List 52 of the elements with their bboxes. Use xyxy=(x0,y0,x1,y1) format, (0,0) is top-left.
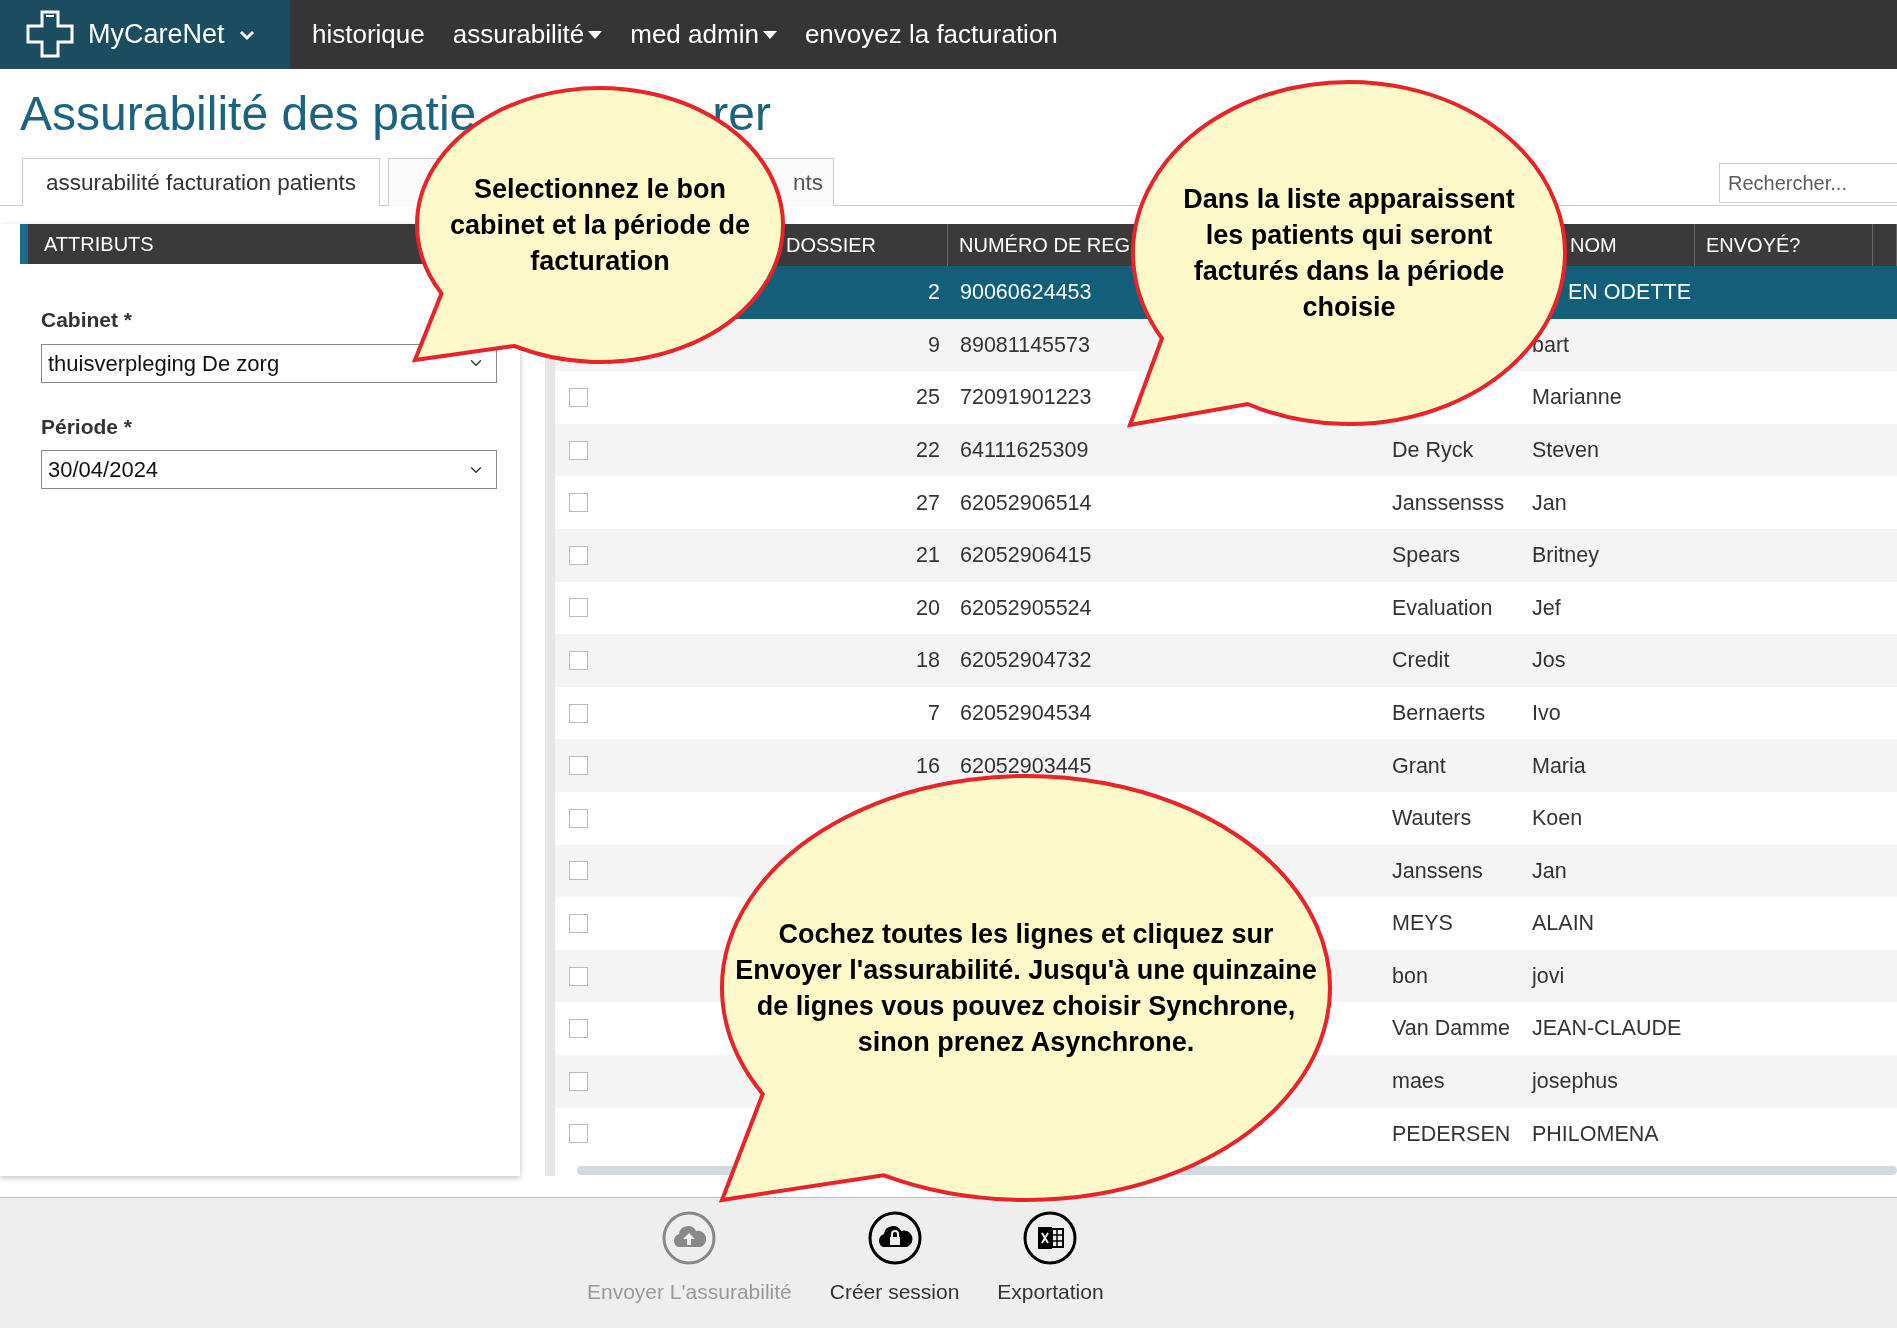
table-cell: 9 xyxy=(928,332,940,357)
table-cell: 25 xyxy=(916,385,940,410)
table-cell: PEDERSEN xyxy=(1392,1121,1511,1146)
table-cell: 62052905524 xyxy=(960,595,1092,620)
field-label: Cabinet * xyxy=(41,307,133,333)
table-cell: Van Damme xyxy=(1392,1016,1510,1041)
table-cell: 90060624453 xyxy=(960,280,1092,305)
table-cell: EN ODETTE xyxy=(1568,280,1692,305)
table-cell: 18 xyxy=(916,648,940,673)
table-cell: 62052904732 xyxy=(960,648,1092,673)
table-cell: Jan xyxy=(1532,490,1567,515)
table-cell: Koen xyxy=(1532,806,1583,831)
table-cell: ALAIN xyxy=(1532,911,1595,936)
table-cell: Grant xyxy=(1392,753,1446,778)
table-cell: Jos xyxy=(1532,648,1566,673)
table-cell: bon xyxy=(1392,963,1428,988)
table-cell: 7 xyxy=(928,700,940,725)
table-cell: 2 xyxy=(928,280,940,305)
table-cell: Janssensss xyxy=(1392,490,1505,515)
table-cell: De Ryck xyxy=(1392,437,1474,462)
table-cell: 27 xyxy=(916,490,940,515)
table-cell: 22 xyxy=(916,437,940,462)
table-cell: Jef xyxy=(1532,595,1561,620)
table-cell: 72091901223 xyxy=(960,385,1092,410)
table-cell: Credit xyxy=(1392,648,1450,673)
table-cell: JEAN-CLAUDE xyxy=(1532,1016,1682,1041)
table-cell: PHILOMENA xyxy=(1532,1121,1659,1146)
table-cell: 21 xyxy=(916,543,940,568)
table-cell: Janssens xyxy=(1392,858,1483,883)
table-cell: Bernaerts xyxy=(1392,700,1486,725)
table-cell: 62052904534 xyxy=(960,700,1092,725)
table-cell: 20 xyxy=(916,595,940,620)
table-cell: 64111625309 xyxy=(960,437,1089,462)
table-cell: Britney xyxy=(1532,543,1599,568)
field-label: Période * xyxy=(41,413,134,440)
table-cell: josephus xyxy=(1532,1069,1619,1094)
table-cell: 62052906415 xyxy=(960,543,1092,568)
table-cell: Spears xyxy=(1392,543,1461,568)
table-cell: Steven xyxy=(1532,437,1599,462)
page-title: Assurabilité des patie xyxy=(20,85,477,142)
table-cell: maes xyxy=(1392,1069,1445,1094)
table-cell: Ivo xyxy=(1532,700,1561,725)
table-cell: Wauters xyxy=(1392,806,1472,831)
speech-bubble-tooltip: Cochez toutes les lignes et cliquez sur Envoyer l'assurabilité. Jusqu'à une quinzaine de lignes vous pouvez choisir Synchrone, sinon prenez Asynchrone. xyxy=(719,773,1333,1203)
table-cell: jovi xyxy=(1532,963,1565,988)
table-cell: Jan xyxy=(1532,858,1567,883)
table-cell: MEYS xyxy=(1392,911,1453,936)
table-cell: Marianne xyxy=(1532,385,1622,410)
table-cell: Maria xyxy=(1532,753,1586,778)
table-cell: 62052906514 xyxy=(960,490,1092,515)
table-cell: 89081145573 xyxy=(960,332,1090,357)
table-cell: Evaluation xyxy=(1392,595,1493,620)
